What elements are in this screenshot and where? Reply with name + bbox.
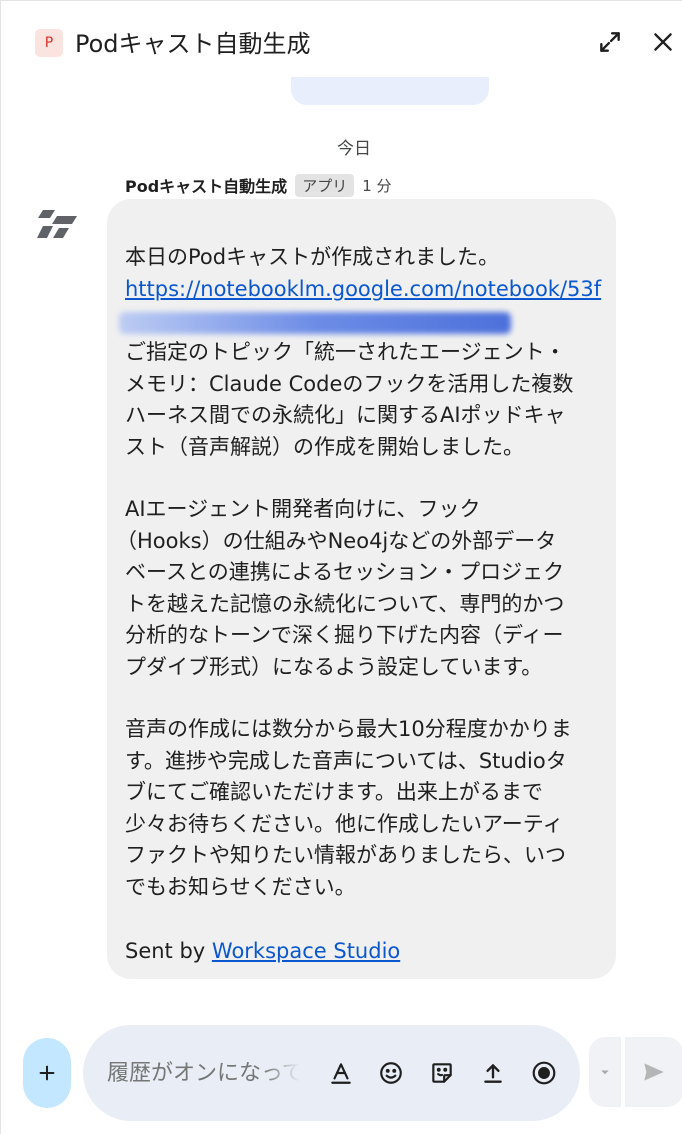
- text-line: ブにてご確認いただけます。出来上がるまで: [125, 780, 543, 804]
- bot-avatar: [37, 206, 81, 242]
- upload-button[interactable]: [476, 1056, 510, 1090]
- add-attachment-button[interactable]: [23, 1038, 71, 1108]
- text-line: ご指定のトピック「統一されたエージェント・: [125, 340, 566, 364]
- chat-title: Podキャスト自動生成: [75, 30, 311, 58]
- text-line: ファクトや知りたい情報がありましたら、いつ: [125, 843, 566, 867]
- date-separator: 今日: [337, 139, 371, 159]
- message-intro: 本日のPodキャストが作成されました。: [125, 245, 500, 269]
- redacted-link-continuation: [119, 312, 511, 334]
- text-line: す。進捗や完成した音声については、Studioタ: [125, 748, 567, 773]
- sticker-button[interactable]: [425, 1056, 459, 1090]
- message-body: 本日のPodキャストが作成されました。 https://notebooklm.g…: [125, 242, 605, 305]
- text-line: AIエージェント開発者向けに、フック: [125, 497, 481, 521]
- record-button[interactable]: [527, 1056, 561, 1090]
- text-line: 少々お待ちください。他に作成したいアーティ: [125, 811, 564, 836]
- chat-window: P Podキャスト自動生成 今日 Podキャスト自動生成 アプリ 1 分 本日の…: [0, 0, 682, 1134]
- expand-button[interactable]: [593, 25, 627, 59]
- caret-down-icon: [601, 1070, 609, 1075]
- workspace-studio-icon: [37, 210, 77, 238]
- text-line: 音声の作成には数分から最大10分程度かかりま: [125, 717, 572, 741]
- upload-icon: [484, 1064, 502, 1083]
- app-badge: P: [35, 29, 63, 57]
- workspace-studio-link[interactable]: Workspace Studio: [212, 939, 400, 963]
- sender-name: Podキャスト自動生成: [125, 177, 288, 196]
- message-time: 1 分: [362, 176, 392, 195]
- sent-by-line: Sent by Workspace Studio: [125, 936, 605, 968]
- plus-icon: [39, 1065, 55, 1081]
- text-line: メモリ：Claude Codeのフックを活用した複数: [125, 371, 574, 396]
- text-line: ベースとの連携によるセッション・プロジェク: [125, 560, 565, 584]
- chat-header: P Podキャスト自動生成: [1, 1, 682, 83]
- message-header: Podキャスト自動生成 アプリ 1 分: [125, 173, 392, 197]
- message-paragraph-3: 音声の作成には数分から最大10分程度かかりま す。進捗や完成した音声については、…: [125, 714, 605, 903]
- emoji-icon: [380, 1062, 402, 1084]
- text-line: トを越えた記憶の永続化について、専門的かつ: [125, 591, 565, 616]
- close-button[interactable]: [646, 25, 680, 59]
- format-text-button[interactable]: [324, 1056, 358, 1090]
- send-group: [589, 1037, 682, 1107]
- send-button[interactable]: [625, 1037, 682, 1107]
- text-line: プダイブ形式）になるよう設定しています。: [125, 654, 543, 679]
- text-line: 分析的なトーンで深く掘り下げた内容（ディー: [125, 623, 564, 647]
- send-icon: [644, 1063, 664, 1081]
- message-paragraph-2: AIエージェント開発者向けに、フック （Hooks）の仕組みやNeo4jなどの外…: [116, 494, 605, 683]
- text-line: （Hooks）の仕組みやNeo4jなどの外部データ: [116, 528, 557, 553]
- record-icon: [532, 1061, 556, 1085]
- notebook-link[interactable]: https://notebooklm.google.com/notebook/5…: [125, 277, 601, 301]
- emoji-button[interactable]: [374, 1056, 408, 1090]
- sticker-icon: [432, 1063, 452, 1083]
- message-paragraph-1: ご指定のトピック「統一されたエージェント・ メモリ：Claude Codeのフッ…: [125, 337, 605, 463]
- text-line: でもお知らせください。: [125, 874, 356, 899]
- format-text-icon: [331, 1063, 351, 1084]
- app-chip: アプリ: [295, 173, 355, 197]
- close-icon: [654, 33, 672, 51]
- text-line: ハーネス間での永続化」に関するAIポッドキャ: [125, 403, 566, 427]
- send-options-button[interactable]: [589, 1037, 621, 1107]
- previous-date-pill: [291, 77, 489, 105]
- sent-by-prefix: Sent by: [125, 939, 212, 963]
- input-fade: [263, 1051, 309, 1095]
- expand-icon: [600, 32, 620, 52]
- text-line: スト（音声解説）の作成を開始しました。: [125, 434, 524, 459]
